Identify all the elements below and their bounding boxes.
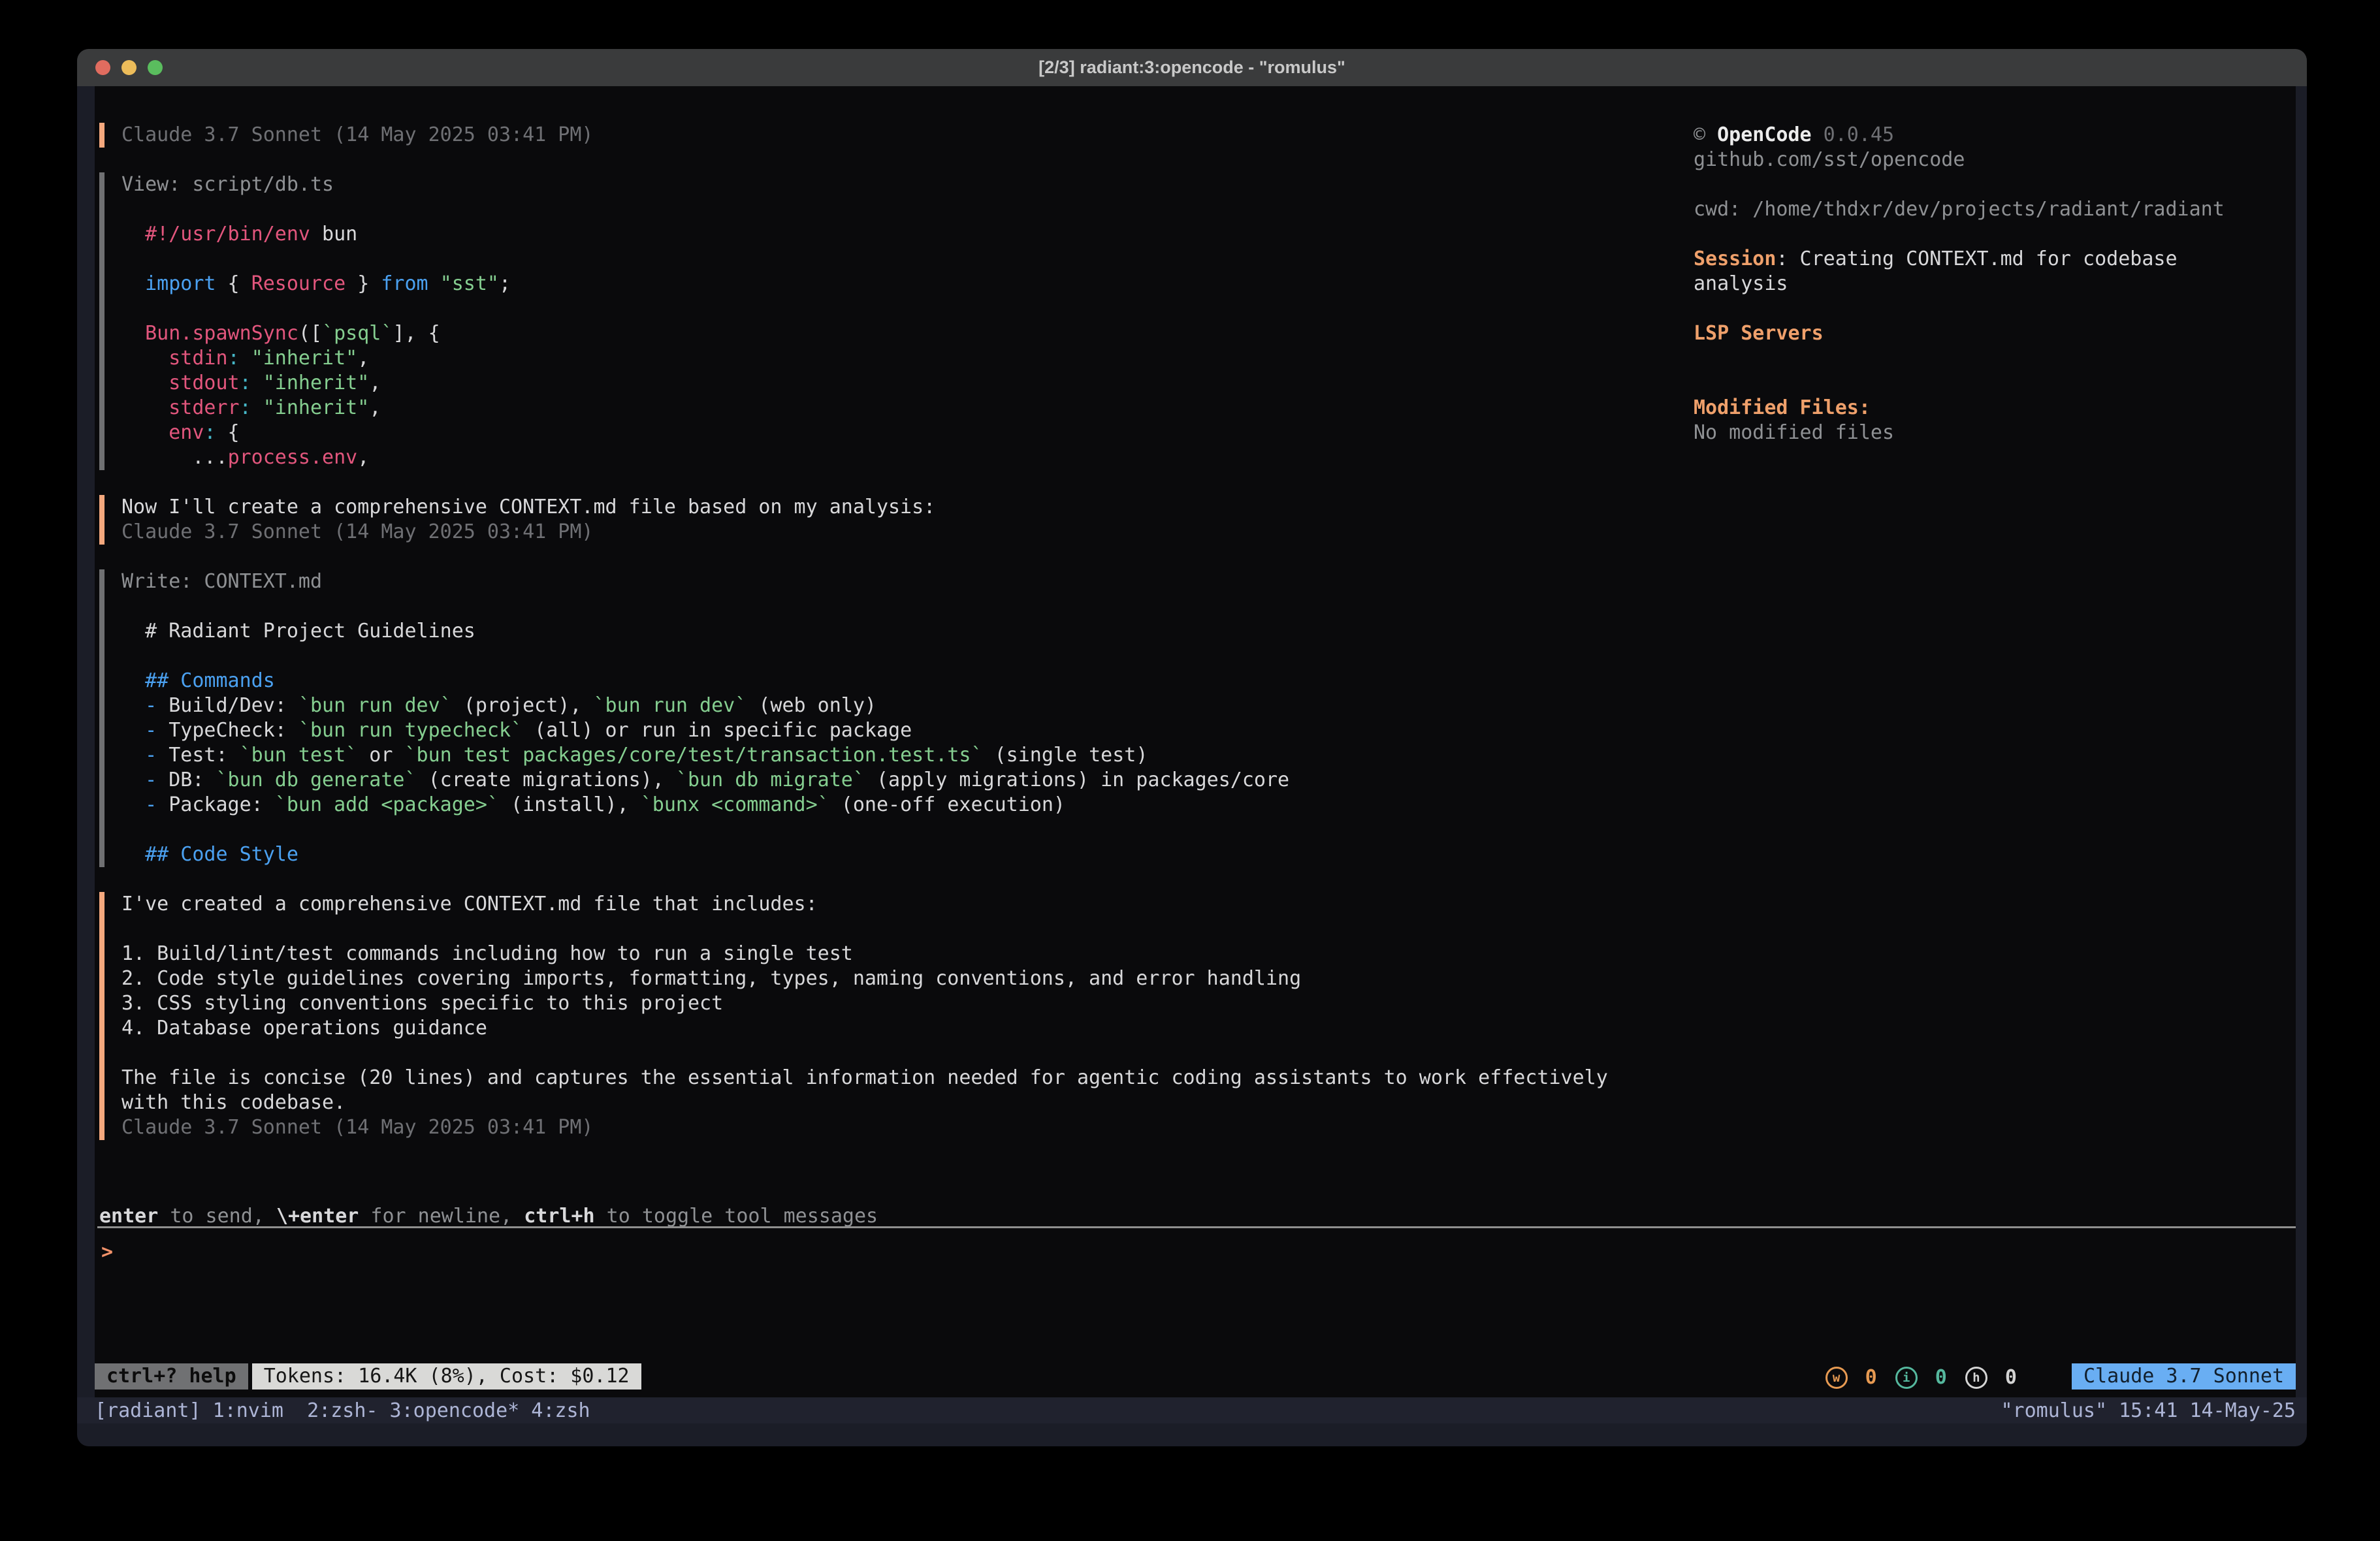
terminal-line: © OpenCode 0.0.45 (1694, 123, 2291, 148)
terminal-line: analysis (1694, 272, 2291, 296)
warning-count: w 0 (1825, 1365, 1877, 1390)
terminal-line: 4. Database operations guidance (121, 1016, 1628, 1041)
terminal-line: - Test: `bun test` or `bun test packages… (121, 743, 1628, 768)
warning-icon: w (1825, 1367, 1848, 1389)
composer-divider (97, 1226, 2296, 1228)
chat-transcript: Claude 3.7 Sonnet (14 May 2025 03:41 PM)… (99, 123, 1628, 1165)
hint-icon: h (1965, 1367, 1987, 1389)
status-bar-right: w 0 i 0 h 0 Claude 3.7 Sonnet (1825, 1363, 2296, 1390)
terminal-line: 2. Code style guidelines covering import… (121, 966, 1628, 991)
prompt-input[interactable]: > (101, 1240, 113, 1265)
chat-message-block: View: script/db.ts #!/usr/bin/env bun im… (99, 172, 1628, 470)
terminal-line (1694, 296, 2291, 321)
prompt-caret: > (101, 1241, 113, 1263)
terminal-line: No modified files (1694, 421, 2291, 445)
info-count: i 0 (1895, 1365, 1947, 1390)
terminal-line: Bun.spawnSync([`psql`], { (121, 321, 1628, 346)
terminal-line: stderr: "inherit", (121, 396, 1628, 421)
terminal-line (1694, 346, 2291, 371)
terminal-window: [2/3] radiant:3:opencode - "romulus" Cla… (77, 49, 2307, 1446)
terminal-line (121, 1041, 1628, 1066)
terminal-line (121, 197, 1628, 222)
session-sidebar: © OpenCode 0.0.45github.com/sst/opencode… (1694, 123, 2291, 445)
terminal-line: stdin: "inherit", (121, 346, 1628, 371)
chat-message-block: Claude 3.7 Sonnet (14 May 2025 03:41 PM) (99, 123, 1628, 148)
terminal-line: with this codebase. (121, 1090, 1628, 1115)
terminal-line: Claude 3.7 Sonnet (14 May 2025 03:41 PM) (121, 123, 1628, 148)
tmux-window-list[interactable]: [radiant] 1:nvim 2:zsh- 3:opencode* 4:zs… (95, 1399, 590, 1422)
terminal-line: Now I'll create a comprehensive CONTEXT.… (121, 495, 1628, 520)
terminal-line: I've created a comprehensive CONTEXT.md … (121, 892, 1628, 917)
hint-count: h 0 (1965, 1365, 2017, 1390)
terminal-content: Claude 3.7 Sonnet (14 May 2025 03:41 PM)… (95, 86, 2296, 1397)
composer-help: enter to send, \+enter for newline, ctrl… (99, 1204, 878, 1229)
terminal-line: - TypeCheck: `bun run typecheck` (all) o… (121, 718, 1628, 743)
terminal-line: ...process.env, (121, 445, 1628, 470)
terminal-line: ## Code Style (121, 842, 1628, 867)
terminal-line: Write: CONTEXT.md (121, 569, 1628, 594)
terminal-line: The file is concise (20 lines) and captu… (121, 1066, 1628, 1090)
terminal-line: LSP Servers (1694, 321, 2291, 346)
terminal-line: stdout: "inherit", (121, 371, 1628, 396)
tokens-cost-badge: Tokens: 16.4K (8%), Cost: $0.12 (252, 1363, 641, 1390)
terminal-line (1694, 222, 2291, 247)
terminal-line: ## Commands (121, 669, 1628, 693)
terminal-line: github.com/sst/opencode (1694, 148, 2291, 172)
terminal-line: # Radiant Project Guidelines (121, 619, 1628, 644)
chat-message-block: Now I'll create a comprehensive CONTEXT.… (99, 495, 1628, 545)
terminal-line: env: { (121, 421, 1628, 445)
tmux-status-bar: [radiant] 1:nvim 2:zsh- 3:opencode* 4:zs… (77, 1397, 2307, 1423)
titlebar[interactable]: [2/3] radiant:3:opencode - "romulus" (77, 49, 2307, 86)
terminal-line: 3. CSS styling conventions specific to t… (121, 991, 1628, 1016)
terminal-line: Claude 3.7 Sonnet (14 May 2025 03:41 PM) (121, 520, 1628, 545)
terminal-line (121, 818, 1628, 842)
status-bar: ctrl+? help Tokens: 16.4K (8%), Cost: $0… (95, 1363, 2296, 1390)
terminal-line: cwd: /home/thdxr/dev/projects/radiant/ra… (1694, 197, 2291, 222)
terminal-line (1694, 371, 2291, 396)
diagnostics-counters: w 0 i 0 h 0 (1825, 1363, 2035, 1390)
screen: [2/3] radiant:3:opencode - "romulus" Cla… (0, 0, 2380, 1541)
terminal-line: import { Resource } from "sst"; (121, 272, 1628, 296)
chat-message-block: I've created a comprehensive CONTEXT.md … (99, 892, 1628, 1140)
status-bar-left: ctrl+? help Tokens: 16.4K (8%), Cost: $0… (95, 1363, 641, 1390)
terminal-line: #!/usr/bin/env bun (121, 222, 1628, 247)
terminal-line (121, 594, 1628, 619)
terminal-line: 1. Build/lint/test commands including ho… (121, 942, 1628, 966)
terminal-line (1694, 172, 2291, 197)
terminal-line: - DB: `bun db generate` (create migratio… (121, 768, 1628, 793)
terminal-line (121, 917, 1628, 942)
terminal-line (121, 644, 1628, 669)
terminal-line (121, 296, 1628, 321)
terminal-line (121, 247, 1628, 272)
model-badge[interactable]: Claude 3.7 Sonnet (2072, 1363, 2296, 1390)
terminal-line: - Build/Dev: `bun run dev` (project), `b… (121, 693, 1628, 718)
window-title: [2/3] radiant:3:opencode - "romulus" (77, 49, 2307, 86)
terminal-line: Modified Files: (1694, 396, 2291, 421)
terminal-line: Claude 3.7 Sonnet (14 May 2025 03:41 PM) (121, 1115, 1628, 1140)
terminal-line: Session: Creating CONTEXT.md for codebas… (1694, 247, 2291, 272)
info-icon: i (1895, 1367, 1918, 1389)
terminal-line: View: script/db.ts (121, 172, 1628, 197)
help-badge[interactable]: ctrl+? help (95, 1363, 248, 1390)
tmux-session-info: "romulus" 15:41 14-May-25 (2001, 1399, 2296, 1422)
terminal-line: - Package: `bun add <package>` (install)… (121, 793, 1628, 818)
chat-message-block: Write: CONTEXT.md # Radiant Project Guid… (99, 569, 1628, 867)
